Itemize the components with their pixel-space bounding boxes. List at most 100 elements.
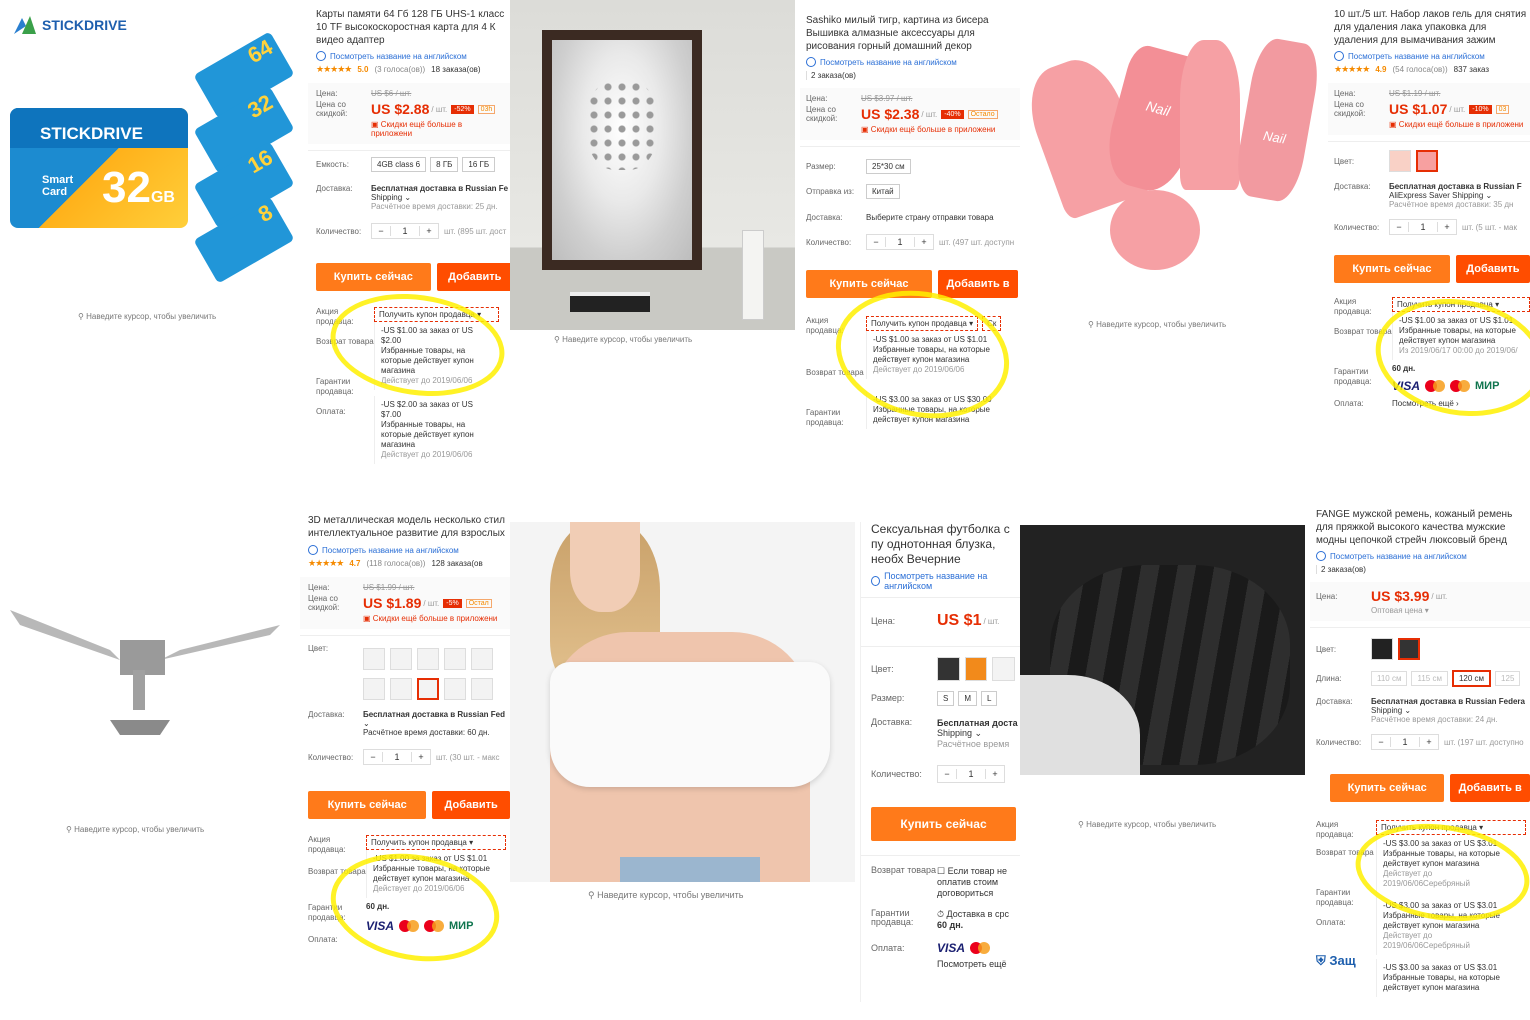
size-option[interactable]: S — [937, 691, 955, 706]
view-english-link[interactable]: Посмотреть название на английском — [1316, 551, 1530, 561]
product-image[interactable] — [510, 0, 795, 330]
get-coupon-dropdown[interactable]: Получить купон продавца ▾ — [1392, 297, 1530, 312]
coupon-item[interactable]: -US $1.00 за заказ от US $1.01 Избранные … — [1392, 312, 1530, 360]
add-to-cart-button[interactable]: Добавить в — [1450, 774, 1530, 802]
plus-button[interactable]: + — [1438, 222, 1456, 232]
color-swatch[interactable] — [471, 677, 493, 700]
buy-now-button[interactable]: Купить сейчас — [1330, 774, 1445, 802]
size-option[interactable]: 25*30 см — [866, 159, 911, 174]
minus-button[interactable]: − — [1390, 222, 1408, 232]
quantity-stepper[interactable]: −1 + — [866, 234, 934, 250]
color-swatch[interactable] — [444, 647, 466, 670]
product-image[interactable]: STICKDRIVE STICKDRIVE Smart Card 32GB 64… — [0, 0, 300, 300]
product-title[interactable]: Карты памяти 64 Гб 128 ГБ UHS-1 класс 10… — [316, 8, 510, 48]
app-discount[interactable]: ▣ Скидки ещё больше в приложени — [861, 125, 1014, 134]
view-english-link[interactable]: Посмотреть название на английском — [871, 571, 1020, 591]
quantity-stepper[interactable]: −1 + — [371, 223, 439, 239]
coupon-item[interactable]: -US $3.00 за заказ от US $3.01 Избранные … — [1376, 897, 1526, 955]
color-swatch-selected[interactable] — [417, 677, 439, 700]
get-coupon-dropdown[interactable]: Получить купон продавца ▾ — [1376, 820, 1526, 835]
minus-button[interactable]: − — [372, 226, 390, 236]
add-to-cart-button[interactable]: Добавить — [1455, 255, 1530, 283]
buy-now-button[interactable]: Купить сейчас — [308, 791, 427, 819]
get-coupon-dropdown[interactable]: Получить купон продавца ▾ — [366, 835, 506, 850]
product-title[interactable]: 10 шт./5 шт. Набор лаков гель для снятия… — [1334, 8, 1530, 48]
product-title[interactable]: FANGE мужской ремень, кожаный ремень для… — [1316, 508, 1530, 548]
product-image[interactable]: Nail Nail — [1020, 0, 1320, 310]
product-title[interactable]: Sashiko милый тигр, картина из бисера Вы… — [806, 14, 1020, 54]
plus-button[interactable]: + — [986, 769, 1004, 779]
app-discount[interactable]: ▣ Скидки ещё больше в приложени — [363, 614, 502, 623]
coupon-item[interactable]: -US $3.00 за заказ от US $3.01 Избранные … — [1376, 959, 1526, 997]
app-discount[interactable]: ▣ Скидки ещё больше в приложени — [1389, 120, 1524, 129]
coupon-item[interactable]: -US $1.00 за заказ от US $2.00 Избранные … — [374, 322, 499, 390]
shipping-dropdown[interactable]: AliExpress Saver Shipping ⌄ — [1389, 191, 1522, 200]
capacity-option[interactable]: 8 ГБ — [430, 157, 459, 172]
length-option-selected[interactable]: 120 см — [1451, 670, 1492, 687]
get-coupon-dropdown[interactable]: Получить купон продавца ▾ — [374, 307, 499, 322]
plus-button[interactable]: + — [412, 752, 430, 762]
plus-button[interactable]: + — [1420, 737, 1438, 747]
color-swatch-selected[interactable] — [1416, 150, 1438, 172]
color-swatch[interactable] — [390, 677, 412, 700]
see-more-link[interactable]: Посмотреть ещё — [937, 959, 1020, 969]
product-image[interactable] — [0, 510, 295, 810]
color-swatch[interactable] — [992, 657, 1016, 681]
get-coupon-dropdown[interactable]: Получить купон продавца ▾ — [866, 316, 979, 331]
view-english-link[interactable]: Посмотреть название на английском — [1334, 51, 1530, 61]
coupon-item[interactable]: -US $1.00 за заказ от US $1.01 Избранные … — [866, 331, 1016, 379]
see-more-link[interactable]: Посмотреть ещё › — [1392, 399, 1530, 408]
size-option[interactable]: M — [958, 691, 978, 706]
add-to-cart-button[interactable]: Добавить — [432, 791, 510, 819]
length-option[interactable]: 125 — [1495, 671, 1521, 686]
buy-now-button[interactable]: Купить сейчас — [806, 270, 932, 298]
capacity-option[interactable]: 16 ГБ — [462, 157, 496, 172]
buy-now-button[interactable]: Купить сейчас — [316, 263, 431, 291]
buy-now-button[interactable]: Купить сейчас — [1334, 255, 1450, 283]
shipping-dropdown[interactable]: Shipping ⌄ — [371, 193, 508, 202]
color-swatch[interactable] — [417, 647, 439, 670]
shipping-dropdown[interactable]: Shipping ⌄ — [1371, 706, 1525, 715]
view-english-link[interactable]: Посмотреть название на английском — [308, 545, 510, 555]
color-swatch[interactable] — [1371, 638, 1393, 660]
color-swatch[interactable] — [937, 657, 960, 681]
color-swatch[interactable] — [363, 647, 385, 670]
view-english-link[interactable]: Посмотреть название на английском — [806, 57, 1020, 67]
coupon-item[interactable]: -US $3.00 за заказ от US $30.00 Избранные… — [866, 391, 1016, 429]
shipping-dropdown[interactable]: Shipping ⌄ — [937, 728, 1018, 739]
minus-button[interactable]: − — [1372, 737, 1390, 747]
quantity-stepper[interactable]: −1 + — [1371, 734, 1439, 750]
minus-button[interactable]: − — [364, 752, 382, 762]
ship-from-option[interactable]: Китай — [866, 184, 900, 199]
product-title[interactable]: 3D металлическая модель несколько стил и… — [308, 514, 510, 542]
minus-button[interactable]: − — [867, 237, 885, 247]
app-discount[interactable]: ▣ Скидки ещё больше в приложени — [371, 120, 505, 138]
quantity-stepper[interactable]: −1 + — [1389, 219, 1457, 235]
coupon-tab[interactable]: Ск — [982, 316, 1002, 331]
minus-button[interactable]: − — [938, 769, 956, 779]
buy-now-button[interactable]: Купить сейчас — [871, 807, 1016, 841]
color-swatch-selected[interactable] — [1398, 638, 1420, 660]
quantity-stepper[interactable]: −1 + — [937, 765, 1005, 783]
quantity-stepper[interactable]: −1 + — [363, 749, 431, 765]
color-swatch[interactable] — [444, 677, 466, 700]
product-title[interactable]: Сексуальная футболка с пу однотонная блу… — [871, 522, 1020, 568]
shipping-dropdown[interactable]: ⌄ — [363, 719, 505, 728]
length-option[interactable]: 110 см — [1371, 671, 1408, 686]
add-to-cart-button[interactable]: Добавить — [436, 263, 510, 291]
color-swatch[interactable] — [390, 647, 412, 670]
coupon-item[interactable]: -US $2.00 за заказ от US $7.00 Избранные … — [374, 396, 499, 464]
color-swatch[interactable] — [471, 647, 493, 670]
add-to-cart-button[interactable]: Добавить в — [938, 270, 1018, 298]
plus-button[interactable]: + — [915, 237, 933, 247]
length-option[interactable]: 115 см — [1411, 671, 1448, 686]
capacity-option[interactable]: 4GB class 6 — [371, 157, 427, 172]
plus-button[interactable]: + — [420, 226, 438, 236]
color-swatch[interactable] — [1389, 150, 1411, 172]
color-swatch[interactable] — [363, 677, 385, 700]
coupon-item[interactable]: -US $1.00 за заказ от US $1.01 Избранные … — [366, 850, 506, 898]
product-image[interactable] — [1020, 525, 1305, 775]
coupon-item[interactable]: -US $3.00 за заказ от US $3.01 Избранные … — [1376, 835, 1526, 893]
product-image[interactable] — [510, 522, 855, 882]
size-option[interactable]: L — [981, 691, 998, 706]
